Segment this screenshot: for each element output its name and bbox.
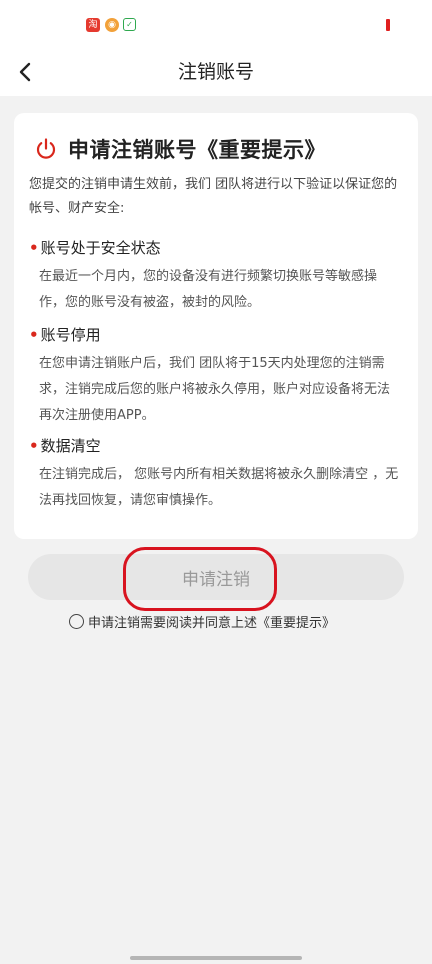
card-header: 申请注销账号《重要提示》	[34, 133, 326, 165]
section-account-safe: • 账号处于安全状态 在最近一个月内，您的设备没有进行频繁切换账号等敏感操作，您的…	[29, 236, 407, 316]
section-data-clear: • 数据清空 在注销完成后， 您账号内所有相关数据将被永久删除清空 ，无法再找回恢…	[29, 434, 407, 514]
section-account-disable: • 账号停用 在您申请注销账户后，我们 团队将于15天内处理您的注销需求，注销完成…	[29, 323, 407, 429]
status-bar: 淘 ◉ ✓	[0, 0, 432, 48]
battery-icon	[386, 19, 390, 31]
section-title: 账号处于安全状态	[40, 239, 161, 257]
section-heading: • 账号停用	[29, 323, 407, 347]
apply-cancellation-button[interactable]: 申请注销	[28, 554, 404, 600]
section-heading: • 账号处于安全状态	[29, 236, 407, 260]
agreement-text: 申请注销需要阅读并同意上述《重要提示》	[88, 615, 336, 631]
page-title: 注销账号	[177, 61, 254, 83]
taobao-app-icon: 淘	[86, 18, 100, 32]
bullet-dot: •	[29, 239, 39, 257]
bullet-dot: •	[29, 326, 39, 344]
home-indicator[interactable]	[130, 956, 302, 960]
section-heading: • 数据清空	[29, 434, 407, 458]
notice-card: 申请注销账号《重要提示》 您提交的注销申请生效前，我们 团队将进行以下验证以保证…	[14, 113, 418, 539]
section-body: 在您申请注销账户后，我们 团队将于15天内处理您的注销需求，注销完成后您的账户将…	[39, 356, 391, 423]
card-title: 申请注销账号《重要提示》	[68, 138, 326, 162]
agree-radio[interactable]	[69, 613, 84, 629]
navigation-bar: 注销账号	[0, 48, 432, 96]
section-body: 在最近一个月内，您的设备没有进行频繁切换账号等敏感操作，您的账号没有被盗，被封的…	[39, 269, 378, 310]
bullet-dot: •	[29, 437, 39, 455]
section-title: 数据清空	[40, 437, 101, 455]
agreement-row[interactable]: 申请注销需要阅读并同意上述《重要提示》	[69, 610, 335, 632]
section-body: 在注销完成后， 您账号内所有相关数据将被永久删除清空 ，无法再找回恢复，请您审慎…	[39, 467, 399, 508]
intro-text: 您提交的注销申请生效前，我们 团队将进行以下验证以保证您的帐号、财产安全:	[29, 177, 398, 216]
power-icon	[36, 138, 56, 159]
wechat-app-icon: ✓	[123, 18, 136, 31]
weibo-app-icon: ◉	[105, 18, 119, 32]
section-title: 账号停用	[40, 326, 101, 344]
